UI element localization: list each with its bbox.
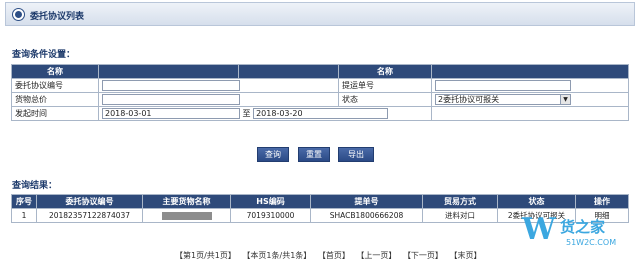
row-agreement-no: 20182357122874037	[36, 208, 143, 223]
col-header-goods-name: 主要货物名称	[142, 194, 231, 209]
col-header-bill-no: 提单号	[310, 194, 423, 209]
row-no: 1	[11, 208, 37, 223]
col-header-no: 序号	[11, 194, 37, 209]
name-header-2: 名称	[338, 64, 432, 79]
title-bar: 委托协议列表	[5, 2, 635, 26]
row-hs-code: 7019310000	[230, 208, 311, 223]
results-header-row: 序号 委托协议编号 主要货物名称 HS编码 提单号 贸易方式 状态 操作	[11, 194, 629, 209]
bill-no-input[interactable]	[435, 80, 571, 91]
col-header-trade-mode: 贸易方式	[422, 194, 498, 209]
status-select[interactable]: 2委托协议可报关 ▼	[435, 94, 571, 105]
page-title: 委托协议列表	[30, 12, 85, 22]
agreement-no-input[interactable]	[102, 80, 240, 91]
export-button[interactable]: 导出	[338, 147, 374, 162]
watermark-w-icon: W	[522, 212, 556, 247]
start-date-input[interactable]: 2018-03-01	[102, 108, 240, 119]
chevron-down-icon: ▼	[560, 95, 570, 104]
first-page-link[interactable]: 【首页】	[318, 251, 350, 260]
goods-total-label: 货物总价	[11, 92, 99, 107]
date-range-separator: 至	[242, 109, 251, 118]
agreement-no-label: 委托协议编号	[11, 78, 99, 93]
query-conditions-table: 名称 名称 委托协议编号 提运单号 货物总价 状态 2委托协议可报关 ▼ 发起时…	[11, 64, 629, 121]
reset-button[interactable]: 重置	[298, 147, 330, 162]
redacted-goods-name	[161, 212, 212, 220]
pagination: 【第1页/共1页】 【本页1条/共1条】 【首页】 【上一页】 【下一页】 【末…	[175, 250, 485, 261]
col-header-agreement-no: 委托协议编号	[36, 194, 143, 209]
page-info: 【第1页/共1页】	[175, 251, 236, 260]
search-button[interactable]: 查询	[257, 147, 289, 162]
status-select-value: 2委托协议可报关	[438, 95, 500, 104]
end-date-input[interactable]: 2018-03-20	[253, 108, 389, 119]
bill-no-label: 提运单号	[338, 78, 432, 93]
next-page-link[interactable]: 【下一页】	[403, 251, 443, 260]
start-time-label: 发起时间	[11, 106, 99, 121]
watermark-text: 货之家	[560, 218, 606, 236]
watermark-logo: W 货之家 51W2C.COM	[520, 210, 632, 256]
bullet-icon	[13, 9, 24, 20]
name-header: 名称	[11, 64, 99, 79]
results-section-label: 查询结果：	[12, 181, 58, 191]
row-bill-no: SHACB1800666208	[310, 208, 423, 223]
status-label: 状态	[338, 92, 432, 107]
query-section-label: 查询条件设置：	[12, 50, 76, 60]
col-header-hs-code: HS编码	[230, 194, 311, 209]
count-info: 【本页1条/共1条】	[242, 251, 312, 260]
last-page-link[interactable]: 【末页】	[449, 251, 481, 260]
watermark-url: 51W2C.COM	[566, 238, 617, 247]
goods-total-input[interactable]	[102, 94, 240, 105]
col-header-action: 操作	[575, 194, 629, 209]
prev-page-link[interactable]: 【上一页】	[356, 251, 396, 260]
col-header-status: 状态	[497, 194, 576, 209]
row-trade-mode: 进料对口	[422, 208, 498, 223]
